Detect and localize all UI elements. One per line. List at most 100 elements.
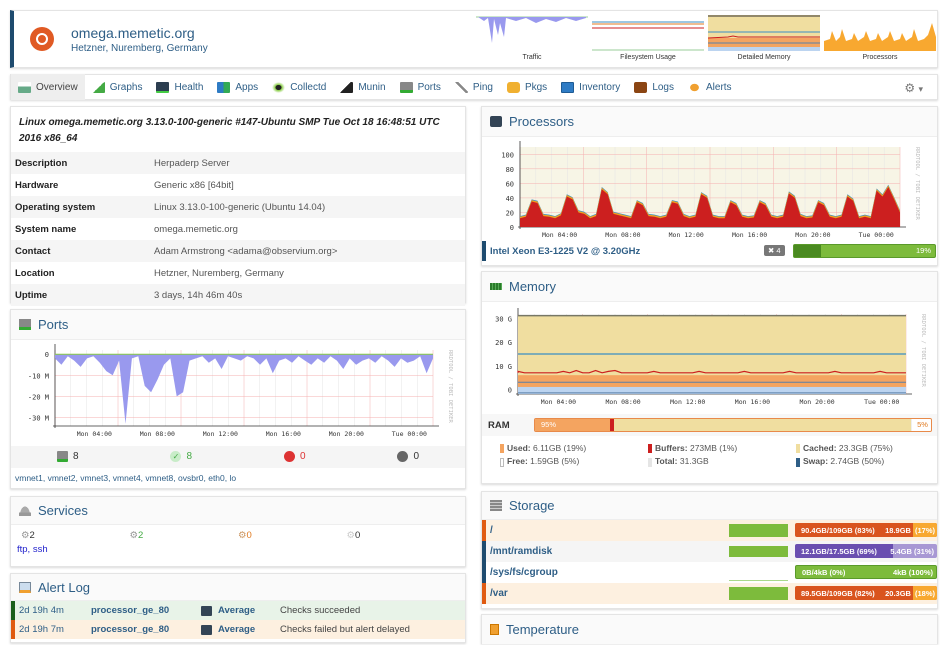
- cpu-name-link[interactable]: Intel Xeon E3-1225 V2 @ 3.20GHz: [486, 246, 640, 257]
- collectd-icon: [272, 81, 286, 93]
- x-tick-label: Mon 20:00: [329, 430, 364, 438]
- info-key: Uptime: [15, 289, 48, 301]
- alert-log-row[interactable]: 2d 19h 4m processor_ge_80 Average Checks…: [11, 601, 465, 620]
- device-hostname-link[interactable]: omega.memetic.org: [71, 25, 195, 41]
- mount-link[interactable]: /mnt/ramdisk: [486, 546, 552, 557]
- storage-mini-graph[interactable]: [729, 580, 788, 581]
- storage-mini-graph[interactable]: [729, 546, 788, 557]
- tab-ping[interactable]: Ping: [448, 74, 500, 100]
- processors-graph-container[interactable]: 100 80 60 40 20 0 Mon 04:00 Mon 08:00 Mon 12:00 M…: [482, 137, 937, 241]
- storage-used-label: 12.1GB/17.5GB (69%): [801, 546, 877, 556]
- tab-health[interactable]: Health: [149, 74, 210, 100]
- legend-value: 23.3GB (75%): [838, 443, 893, 453]
- minus-circle-icon: [283, 451, 295, 463]
- legend-swatch: [500, 444, 504, 454]
- tab-munin[interactable]: Munin: [333, 74, 392, 100]
- storage-usage-bar: 90.4GB/109GB (83%) 18.9GB (17%): [795, 523, 937, 537]
- tab-graphs[interactable]: Graphs: [85, 74, 150, 100]
- legend-swatch: [500, 457, 504, 467]
- ports-disabled-count[interactable]: 0: [352, 451, 466, 463]
- info-value: Hetzner, Nuremberg, Germany: [154, 267, 284, 279]
- services-panel-header[interactable]: Services: [11, 497, 465, 525]
- filesystem-thumbnail[interactable]: Filesystem Usage: [592, 15, 704, 61]
- ports-panel-header[interactable]: Ports: [11, 310, 465, 340]
- panel-title: Temperature: [506, 622, 579, 637]
- storage-panel-header[interactable]: Storage: [482, 492, 937, 520]
- ram-cached-segment: [614, 419, 911, 431]
- mount-link[interactable]: /: [486, 525, 493, 536]
- x-tick-label: Mon 20:00: [795, 231, 830, 239]
- mount-link[interactable]: /sys/fs/cgroup: [486, 567, 558, 578]
- alert-check-link[interactable]: processor_ge_80: [91, 605, 201, 616]
- tab-ports[interactable]: Ports: [393, 74, 448, 100]
- temperature-panel-header[interactable]: Temperature: [482, 615, 937, 645]
- ports-up-count[interactable]: ✓ 8: [125, 451, 239, 463]
- processors-thumbnail[interactable]: Processors: [824, 15, 936, 61]
- storage-row[interactable]: /sys/fs/cgroup 0B/4kB (0%) 4kB (100%): [482, 562, 937, 583]
- service-links[interactable]: ftp, ssh: [17, 544, 48, 555]
- cpu-usage-fill: [794, 245, 821, 257]
- tab-inventory[interactable]: Inventory: [554, 74, 627, 100]
- alert-log-row[interactable]: 2d 19h 7m processor_ge_80 Average Checks…: [11, 620, 465, 639]
- ports-total-count[interactable]: 8: [11, 451, 125, 463]
- legend-swap: Swap: 2.74GB (50%): [796, 456, 946, 467]
- ram-usage-bar: 95% 5%: [534, 418, 932, 432]
- legend-free: Free: 1.59GB (5%): [500, 456, 648, 467]
- tab-overview[interactable]: Overview: [11, 74, 85, 100]
- ports-down-count[interactable]: 0: [238, 451, 352, 463]
- tab-apps[interactable]: Apps: [210, 74, 265, 100]
- storage-row[interactable]: /mnt/ramdisk 12.1GB/17.5GB (69%) 5.4GB (…: [482, 541, 937, 562]
- storage-mini-graph[interactable]: [729, 587, 788, 600]
- alert-check-link[interactable]: processor_ge_80: [91, 624, 201, 635]
- thumbnail-label: Filesystem Usage: [620, 54, 676, 61]
- settings-dropdown[interactable]: ⚙ ▾: [904, 81, 923, 95]
- storage-row[interactable]: / 90.4GB/109GB (83%) 18.9GB (17%): [482, 520, 937, 541]
- panel-title: Services: [38, 503, 88, 518]
- info-key: Contact: [15, 245, 51, 257]
- alert-entity-link[interactable]: Average: [218, 605, 280, 616]
- filesystem-thumb-graph: [592, 21, 704, 51]
- chevron-down-icon: ▾: [918, 84, 923, 94]
- processors-graph[interactable]: 100 80 60 40 20 0 Mon 04:00 Mon 08:00 Mon 12:00 M…: [482, 137, 937, 241]
- ports-graph-container[interactable]: 0 -10 M -20 M -30 M Mon 04:00 Mon 08:00 Mon 12…: [11, 340, 465, 446]
- storage-mini-graph[interactable]: [729, 524, 788, 537]
- ports-traffic-graph[interactable]: 0 -10 M -20 M -30 M Mon 04:00 Mon 08:00 Mon 12…: [11, 340, 465, 446]
- y-tick-label: 0: [508, 386, 512, 394]
- storage-free-percent: (17%): [912, 523, 937, 537]
- memory-graph-container[interactable]: 30 G 20 G 10 G 0 Mon 04:00 Mon 08:00 Mon 12:00…: [482, 302, 937, 414]
- memory-graph[interactable]: 30 G 20 G 10 G 0 Mon 04:00 Mon 08:00 Mon 12:00…: [482, 302, 937, 414]
- memory-thumbnail[interactable]: Detailed Memory: [708, 15, 820, 61]
- services-total-count[interactable]: ⚙2: [21, 530, 130, 541]
- traffic-thumbnail[interactable]: Traffic: [476, 15, 588, 61]
- storage-row[interactable]: /var 89.5GB/109GB (82%) 20.3GB (18%): [482, 583, 937, 604]
- x-tick-label: Mon 04:00: [542, 231, 577, 239]
- tab-alerts[interactable]: Alerts: [681, 74, 739, 100]
- alert-entity-link[interactable]: Average: [218, 624, 280, 635]
- alert-message: Checks failed but alert delayed: [280, 624, 410, 635]
- legend-value: 6.11GB (19%): [533, 443, 587, 453]
- device-info-table: Description Herpaderp Server Hardware Gene…: [11, 152, 465, 306]
- tab-collectd[interactable]: Collectd: [265, 74, 333, 100]
- services-up-count[interactable]: ⚙2: [130, 530, 239, 541]
- graphs-icon: [91, 81, 105, 93]
- tab-logs[interactable]: Logs: [627, 74, 681, 100]
- legend-value: 2.74GB (50%): [830, 456, 885, 467]
- legend-swatch: [648, 444, 652, 454]
- y-tick-label: 30 G: [495, 316, 512, 324]
- processor-icon: [490, 116, 502, 127]
- memory-panel-header[interactable]: Memory: [482, 272, 937, 302]
- mount-link[interactable]: /var: [486, 588, 508, 599]
- y-tick-label: -30 M: [28, 415, 49, 423]
- processor-row[interactable]: Intel Xeon E3-1225 V2 @ 3.20GHz ✖ 4 19%: [482, 241, 937, 261]
- traffic-thumb-graph: [476, 16, 588, 43]
- alert-log-panel-header[interactable]: Alert Log: [11, 574, 465, 601]
- x-tick-label: Tue 00:00: [392, 430, 427, 438]
- alert-log-icon: [19, 581, 31, 593]
- processors-panel-header[interactable]: Processors: [482, 107, 937, 137]
- tab-pkgs[interactable]: Pkgs: [500, 74, 554, 100]
- port-links[interactable]: vmnet1, vmnet2, vmnet3, vmnet4, vmnet8, …: [15, 473, 236, 483]
- services-down-count[interactable]: ⚙0: [238, 530, 347, 541]
- legend-used: Used: 6.11GB (19%): [500, 443, 648, 454]
- services-disabled-count[interactable]: ⚙0: [347, 530, 456, 541]
- x-tick-label: Mon 04:00: [541, 398, 576, 406]
